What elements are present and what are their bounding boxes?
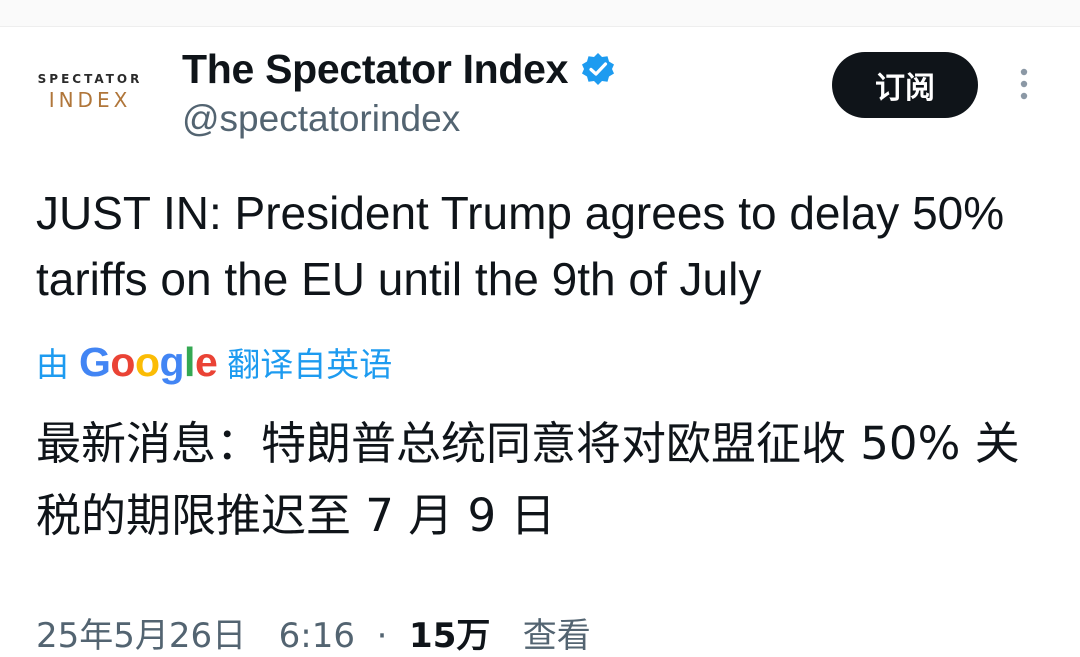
- views-label: 查看: [522, 616, 591, 656]
- top-divider: [0, 0, 1080, 27]
- translated-text: 最新消息：特朗普总统同意将对欧盟征收 50% 关税的期限推迟至 7 月 9 日: [36, 417, 1020, 542]
- tweet-text: JUST IN: President Trump agrees to delay…: [36, 187, 1005, 305]
- more-vertical-icon[interactable]: [1014, 66, 1034, 106]
- translation-attribution[interactable]: 由 Google 翻译自英语: [36, 334, 392, 390]
- avatar[interactable]: SPECTATOR INDEX: [30, 72, 150, 122]
- logo-top-text: SPECTATOR: [37, 72, 143, 86]
- logo-bottom-text: INDEX: [48, 88, 132, 112]
- tweet-time[interactable]: 6:16: [279, 616, 355, 656]
- translation-suffix: 翻译自英语: [227, 345, 393, 384]
- translation-prefix: 由: [36, 345, 69, 384]
- views-count: 15万: [409, 616, 491, 656]
- tweet-meta: 25年5月26日 6:16 · 15万 查看: [36, 616, 591, 656]
- author-name-row: The Spectator Index: [182, 44, 616, 94]
- author-handle[interactable]: @spectatorindex: [182, 98, 460, 140]
- tweet-date[interactable]: 25年5月26日: [36, 616, 246, 656]
- google-logo: Google: [79, 338, 218, 385]
- display-name[interactable]: The Spectator Index: [182, 46, 568, 93]
- verified-badge-icon[interactable]: [580, 51, 616, 87]
- subscribe-button[interactable]: 订阅: [832, 52, 978, 118]
